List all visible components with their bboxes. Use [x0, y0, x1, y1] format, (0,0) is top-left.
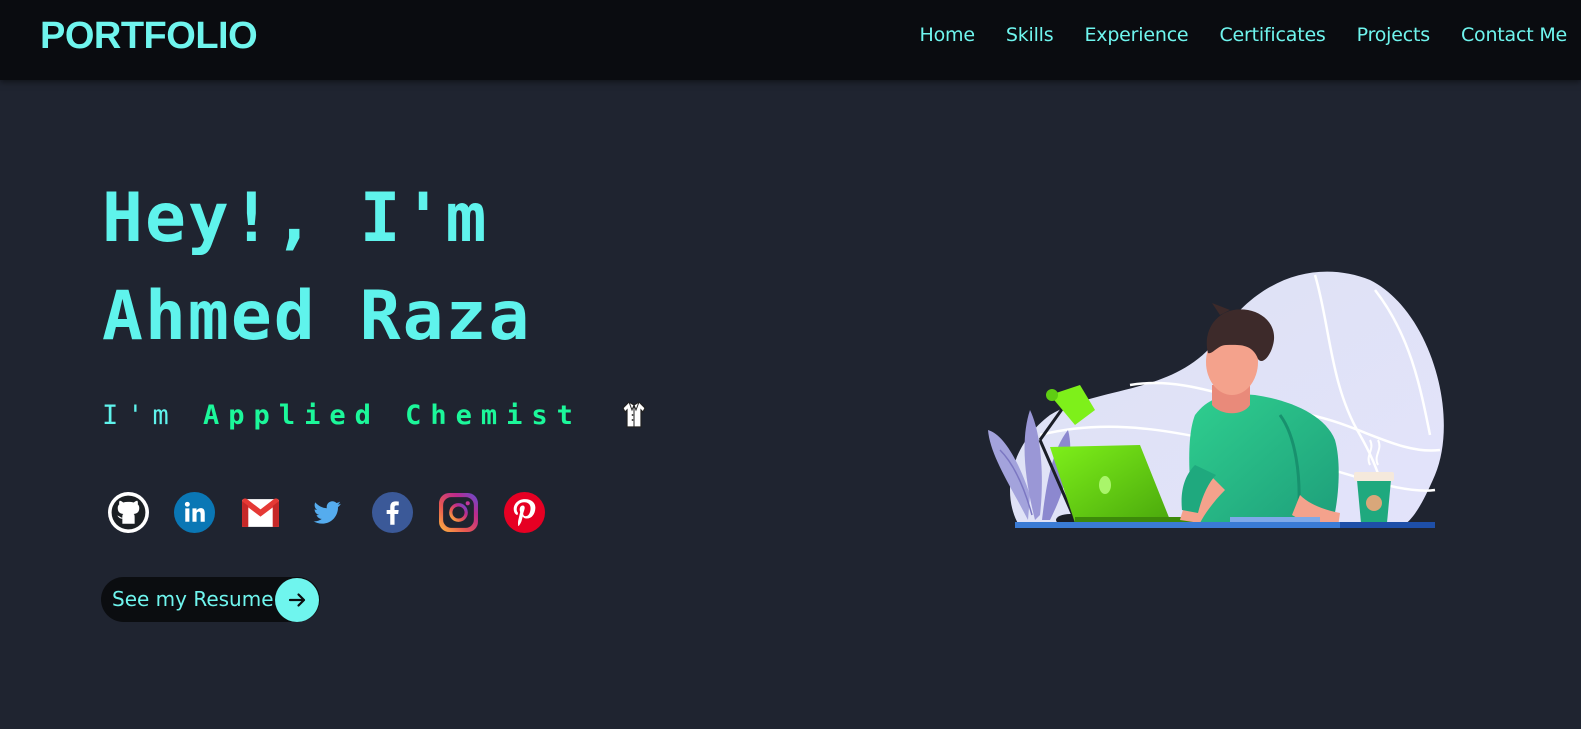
nav-experience[interactable]: Experience [1084, 24, 1188, 46]
resume-label: See my Resume [112, 587, 274, 611]
social-links [108, 492, 545, 533]
nav-skills[interactable]: Skills [1006, 24, 1054, 46]
role-text: Applied Chemist [203, 400, 582, 431]
nav-links: Home Skills Experience Certificates Proj… [920, 24, 1568, 46]
nav-projects[interactable]: Projects [1357, 24, 1431, 46]
hero-greeting: Hey!, I'm [102, 179, 489, 258]
nav-home[interactable]: Home [920, 24, 976, 46]
linkedin-icon[interactable] [174, 492, 215, 533]
twitter-icon[interactable] [306, 492, 347, 533]
hero-title: Hey!, I'm Ahmed Raza [102, 170, 531, 366]
facebook-icon[interactable] [372, 492, 413, 533]
lab-coat-icon [621, 400, 647, 435]
hero-name: Ahmed Raza [102, 277, 532, 356]
instagram-icon[interactable] [438, 492, 479, 533]
pinterest-icon[interactable] [504, 492, 545, 533]
hero-subtitle: I'm Applied Chemist [102, 400, 647, 435]
nav-contact-me[interactable]: Contact Me [1461, 24, 1567, 46]
github-icon[interactable] [108, 492, 149, 533]
role-prefix: I'm [102, 400, 178, 431]
developer-illustration [988, 271, 1444, 528]
arrow-right-icon [275, 578, 319, 622]
logo[interactable]: PORTFOLIO [40, 15, 258, 58]
nav-certificates[interactable]: Certificates [1219, 24, 1325, 46]
resume-button[interactable]: See my Resume [101, 577, 320, 622]
navbar: PORTFOLIO Home Skills Experience Certifi… [0, 0, 1581, 80]
gmail-icon[interactable] [240, 492, 281, 533]
